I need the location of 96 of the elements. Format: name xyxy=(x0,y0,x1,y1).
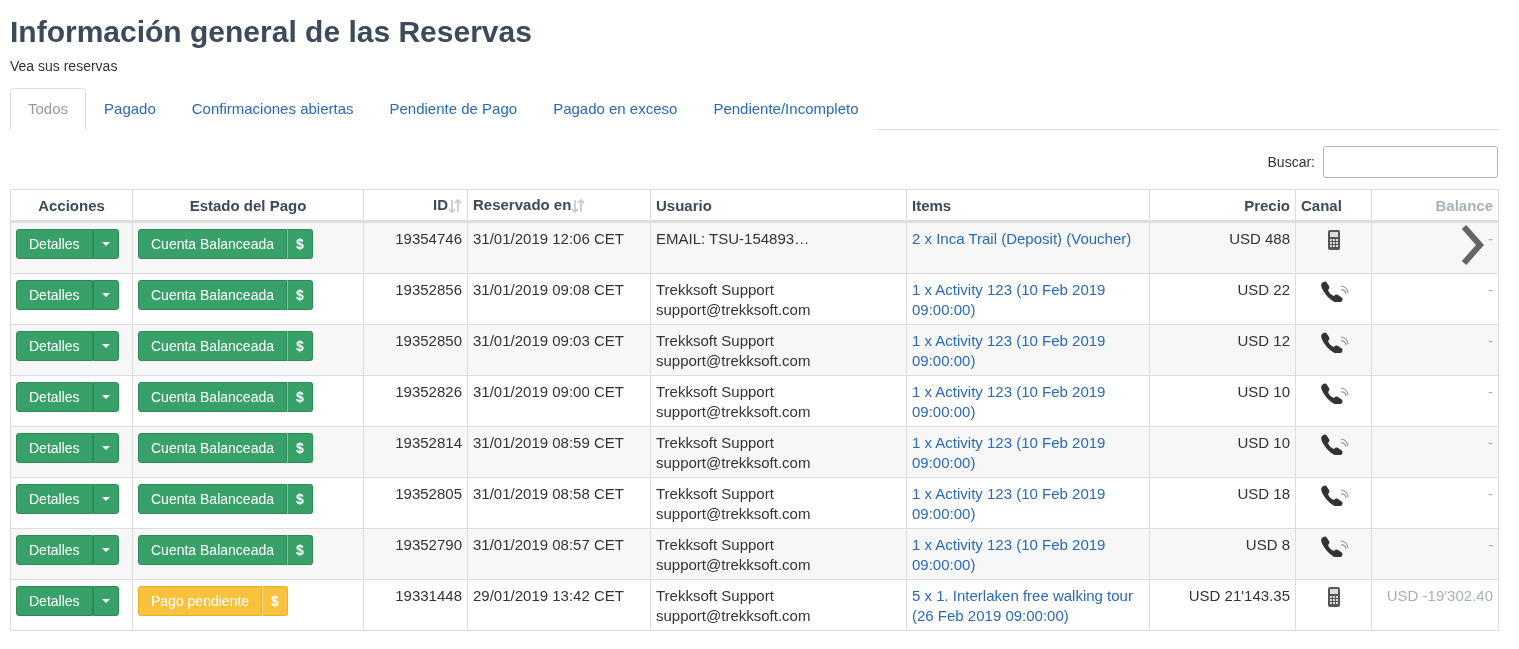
phone-icon xyxy=(1318,382,1349,404)
sort-icon[interactable] xyxy=(448,198,462,214)
dropdown-button[interactable] xyxy=(92,229,119,259)
table-cell: - xyxy=(1371,221,1499,274)
page-title: Información general de las Reservas xyxy=(10,14,533,50)
table-cell: 31/01/2019 09:00 CET xyxy=(467,375,651,427)
payment-status-button[interactable]: Cuenta Balanceada xyxy=(138,382,287,412)
table-cell: - xyxy=(1371,375,1499,427)
search-label: Buscar: xyxy=(1267,154,1315,170)
table-cell: Trekksoft Support support@trekksoft.com xyxy=(650,324,907,376)
table-cell: Trekksoft Support support@trekksoft.com xyxy=(650,477,907,529)
table-cell: 19352856 xyxy=(363,273,468,325)
details-button[interactable]: Detalles xyxy=(16,484,93,514)
page-subtitle: Vea sus reservas xyxy=(10,58,119,74)
caret-icon xyxy=(101,292,110,298)
table-cell: - xyxy=(1371,273,1499,325)
table-cell: 19331448 xyxy=(363,579,468,631)
table-cell: 29/01/2019 13:42 CET xyxy=(467,579,651,631)
dropdown-button[interactable] xyxy=(92,382,119,412)
table-cell: 19352826 xyxy=(363,375,468,427)
table-cell: USD 18 xyxy=(1149,477,1296,529)
calculator-icon xyxy=(1326,229,1341,251)
dropdown-button[interactable] xyxy=(92,586,119,616)
table-cell: 31/01/2019 08:58 CET xyxy=(467,477,651,529)
payment-button[interactable]: $ xyxy=(287,535,313,565)
details-button[interactable]: Detalles xyxy=(16,382,93,412)
payment-button[interactable]: $ xyxy=(287,331,313,361)
payment-button[interactable]: $ xyxy=(287,484,313,514)
details-button[interactable]: Detalles xyxy=(16,535,93,565)
calculator-icon xyxy=(1326,586,1341,608)
caret-icon xyxy=(101,343,110,349)
table-cell: - xyxy=(1371,324,1499,376)
table-cell: USD 10 xyxy=(1149,375,1296,427)
chevron-right-icon[interactable] xyxy=(1462,225,1484,265)
table-cell: Trekksoft Support support@trekksoft.com xyxy=(650,528,907,580)
caret-icon xyxy=(101,445,110,451)
payment-button[interactable]: $ xyxy=(287,280,313,310)
payment-status-button[interactable]: Cuenta Balanceada xyxy=(138,433,287,463)
details-button[interactable]: Detalles xyxy=(16,586,93,616)
payment-button[interactable]: $ xyxy=(287,382,313,412)
dropdown-button[interactable] xyxy=(92,280,119,310)
table-cell: USD -19'302.40 xyxy=(1371,579,1499,631)
phone-icon xyxy=(1318,331,1349,353)
table-cell: USD 8 xyxy=(1149,528,1296,580)
phone-icon xyxy=(1318,535,1349,557)
table-cell: USD 488 xyxy=(1149,221,1296,274)
table-cell: 19352790 xyxy=(363,528,468,580)
payment-status-button[interactable]: Cuenta Balanceada xyxy=(138,535,287,565)
caret-icon xyxy=(101,598,110,604)
table-cell: 31/01/2019 12:06 CET xyxy=(467,221,651,274)
table-cell: 19352805 xyxy=(363,477,468,529)
phone-icon xyxy=(1318,433,1349,455)
payment-status-button[interactable]: Cuenta Balanceada xyxy=(138,331,287,361)
phone-icon xyxy=(1318,280,1349,302)
table-cell: 31/01/2019 09:08 CET xyxy=(467,273,651,325)
payment-status-button[interactable]: Cuenta Balanceada xyxy=(138,229,287,259)
payment-status-button[interactable]: Cuenta Balanceada xyxy=(138,280,287,310)
payment-button[interactable]: $ xyxy=(287,229,313,259)
payment-button[interactable]: $ xyxy=(262,586,288,616)
filter-tab[interactable]: Todos xyxy=(10,88,87,130)
table-cell: 19352850 xyxy=(363,324,468,376)
payment-status-button[interactable]: Cuenta Balanceada xyxy=(138,484,287,514)
table-cell: USD 10 xyxy=(1149,426,1296,478)
search-field[interactable] xyxy=(1323,146,1498,178)
sort-icon[interactable] xyxy=(571,198,586,214)
table-cell: USD 21'143.35 xyxy=(1149,579,1296,631)
table-cell: 31/01/2019 09:03 CET xyxy=(467,324,651,376)
caret-icon xyxy=(101,496,110,502)
table-cell: 31/01/2019 08:57 CET xyxy=(467,528,651,580)
caret-icon xyxy=(101,547,110,553)
table-cell: EMAIL: TSU-154893… xyxy=(650,221,907,274)
details-button[interactable]: Detalles xyxy=(16,331,93,361)
caret-icon xyxy=(101,394,110,400)
table-cell: 31/01/2019 08:59 CET xyxy=(467,426,651,478)
table-cell: Trekksoft Support support@trekksoft.com xyxy=(650,375,907,427)
table-cell: 19352814 xyxy=(363,426,468,478)
details-button[interactable]: Detalles xyxy=(16,229,93,259)
payment-button[interactable]: $ xyxy=(287,433,313,463)
table-cell: - xyxy=(1371,528,1499,580)
phone-icon xyxy=(1318,484,1349,506)
table-cell: - xyxy=(1371,426,1499,478)
dropdown-button[interactable] xyxy=(92,433,119,463)
table-cell: - xyxy=(1371,477,1499,529)
table-cell: Trekksoft Support support@trekksoft.com xyxy=(650,426,907,478)
details-button[interactable]: Detalles xyxy=(16,433,93,463)
dropdown-button[interactable] xyxy=(92,535,119,565)
payment-status-button[interactable]: Pago pendiente xyxy=(138,586,263,616)
caret-icon xyxy=(101,241,110,247)
table-cell: Trekksoft Support support@trekksoft.com xyxy=(650,273,907,325)
table-cell: 19354746 xyxy=(363,221,468,274)
details-button[interactable]: Detalles xyxy=(16,280,93,310)
table-cell: USD 12 xyxy=(1149,324,1296,376)
table-cell: Trekksoft Support support@trekksoft.com xyxy=(650,579,907,631)
table-cell: USD 22 xyxy=(1149,273,1296,325)
dropdown-button[interactable] xyxy=(92,331,119,361)
dropdown-button[interactable] xyxy=(92,484,119,514)
